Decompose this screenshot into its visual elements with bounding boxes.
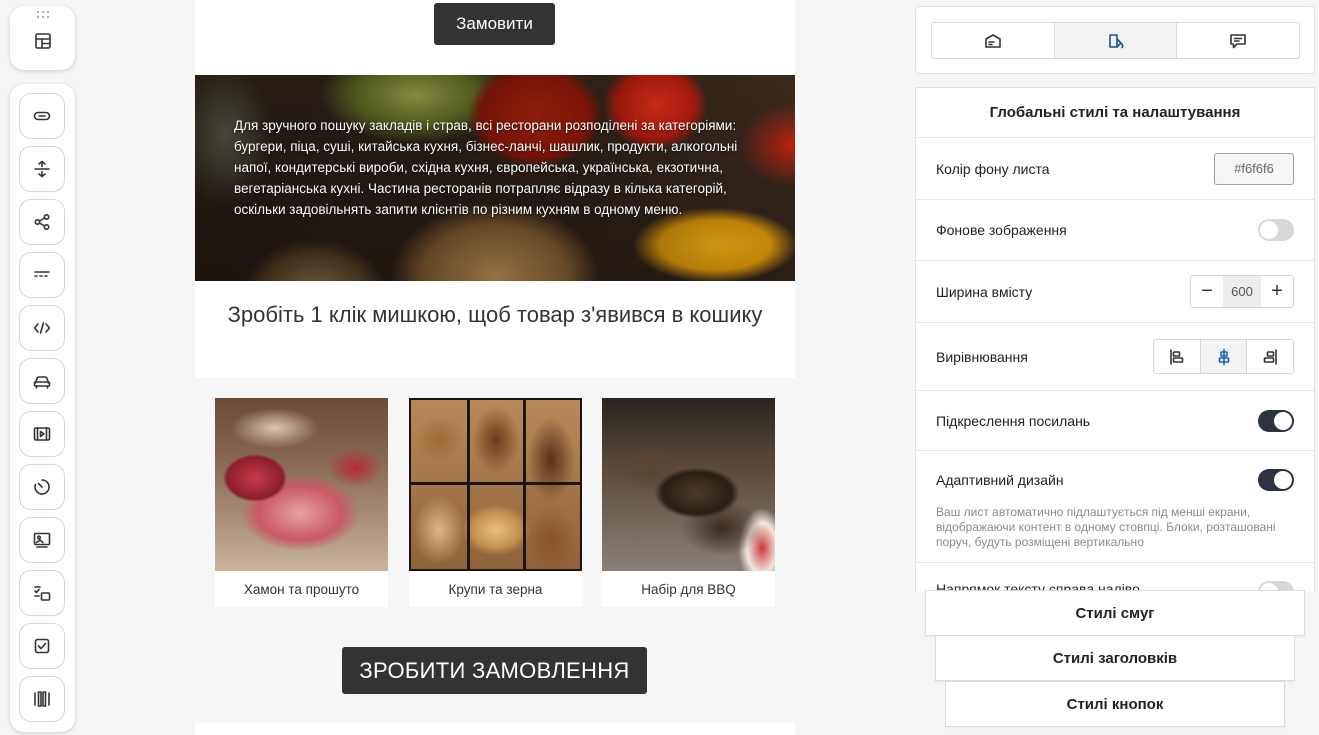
product-card[interactable]: Набір для BBQ [602, 398, 775, 607]
spacer-icon [34, 160, 50, 178]
heading-block[interactable]: Зробіть 1 клік мишкою, щоб товар з'явивс… [195, 281, 795, 378]
panel-title: Глобальні стилі та налаштування [916, 88, 1314, 138]
drag-handle-icon[interactable] [37, 11, 51, 19]
image-text-icon [33, 532, 51, 548]
share-icon [34, 213, 50, 231]
content-width-stepper: − 600 + [1190, 275, 1294, 308]
cta-button[interactable]: ЗРОБИТИ ЗАМОВЛЕННЯ [342, 647, 647, 694]
columns-block-button[interactable] [19, 676, 65, 722]
tab-styles[interactable] [1054, 23, 1178, 58]
code-icon [33, 322, 51, 334]
checkbox-icon [34, 638, 50, 654]
adaptive-design-label: Адаптивний дизайн [936, 472, 1064, 488]
timer-icon [34, 479, 50, 495]
bg-color-row: Колір фону листа #f6f6f6 [916, 138, 1314, 200]
product-block-button[interactable] [19, 358, 65, 404]
product-caption: Хамон та прошуто [243, 581, 360, 597]
increase-width-button[interactable]: + [1261, 276, 1293, 307]
align-center-button[interactable] [1200, 340, 1248, 373]
car-icon [33, 376, 51, 389]
align-right-icon [1263, 348, 1277, 365]
panel-tabs-card [915, 6, 1315, 74]
decrease-width-button[interactable]: − [1191, 276, 1223, 307]
bg-color-label: Колір фону листа [936, 160, 1050, 177]
tab-comments[interactable] [1177, 23, 1299, 58]
align-right-button[interactable] [1247, 340, 1293, 373]
block-toolbar [10, 84, 75, 732]
bg-image-toggle[interactable] [1258, 219, 1294, 241]
product-card[interactable]: Крупи та зерна [409, 398, 582, 607]
section-heading[interactable]: Зробіть 1 клік мишкою, щоб товар з'явивс… [225, 301, 765, 329]
timer-block-button[interactable] [19, 464, 65, 510]
image-text-block-button[interactable] [19, 517, 65, 563]
layout-icon[interactable] [30, 28, 56, 54]
order-button[interactable]: Замовити [434, 3, 555, 45]
align-center-icon [1218, 348, 1229, 365]
social-block-button[interactable] [19, 199, 65, 245]
product-card[interactable]: Хамон та прошуто [215, 398, 388, 607]
bg-color-picker[interactable]: #f6f6f6 [1214, 152, 1294, 185]
divider-block-button[interactable] [19, 252, 65, 298]
bg-image-row: Фонове зображення [916, 200, 1314, 261]
checklist-icon [34, 586, 51, 601]
content-width-value[interactable]: 600 [1223, 276, 1261, 307]
product-caption: Крупи та зерна [448, 581, 543, 597]
strip-styles-button[interactable]: Стилі смуг [925, 590, 1305, 636]
align-left-button[interactable] [1154, 340, 1201, 373]
bg-image-label: Фонове зображення [936, 222, 1067, 238]
align-left-icon [1170, 348, 1184, 365]
envelope-icon [985, 33, 1001, 48]
rtl-row: Напрямок тексту справа наліво [916, 563, 1314, 592]
button-block-button[interactable] [19, 93, 65, 139]
block-toolbar-header [10, 6, 75, 70]
panel-tabs [931, 22, 1300, 59]
product-image-jamon [215, 398, 388, 571]
columns-icon [34, 691, 50, 707]
product-image-bbq [602, 398, 775, 571]
adaptive-design-description: Ваш лист автоматично підлаштується під м… [936, 505, 1276, 549]
product-caption: Набір для BBQ [641, 581, 736, 597]
list-block-button[interactable] [19, 570, 65, 616]
link-underline-label: Підкреслення посилань [936, 412, 1091, 429]
adaptive-design-row: Адаптивний дизайн Ваш лист автоматично п… [916, 451, 1314, 563]
link-underline-row: Підкреслення посилань [916, 391, 1314, 451]
global-settings-panel: Глобальні стилі та налаштування Колір фо… [915, 87, 1315, 592]
html-block-button[interactable] [19, 305, 65, 351]
content-width-label: Ширина вмісту [936, 283, 1033, 300]
alignment-row: Вирівнювання [916, 323, 1314, 391]
adaptive-design-toggle[interactable] [1258, 469, 1294, 491]
spacer-block-button[interactable] [19, 146, 65, 192]
divider-icon [34, 271, 50, 277]
product-image-grains [409, 398, 582, 571]
video-block-button[interactable] [19, 411, 65, 457]
content-width-row: Ширина вмісту − 600 + [916, 261, 1314, 323]
button-styles-button[interactable]: Стилі кнопок [945, 681, 1285, 727]
hero-text[interactable]: Для зручного пошуку закладів і страв, вс… [234, 115, 744, 220]
button-icon [33, 111, 51, 121]
link-underline-toggle[interactable] [1258, 409, 1294, 432]
tab-content[interactable] [932, 23, 1055, 58]
email-canvas: Замовити Для зручного пошуку закладів і … [195, 0, 795, 735]
video-icon [33, 427, 51, 441]
heading-styles-button[interactable]: Стилі заголовків [935, 635, 1295, 681]
checkbox-block-button[interactable] [19, 623, 65, 669]
alignment-label: Вирівнювання [936, 348, 1028, 365]
alignment-group [1153, 339, 1294, 374]
paint-bucket-icon [1108, 33, 1124, 48]
comment-icon [1230, 33, 1246, 48]
hero-banner[interactable]: Для зручного пошуку закладів і страв, вс… [195, 75, 795, 281]
